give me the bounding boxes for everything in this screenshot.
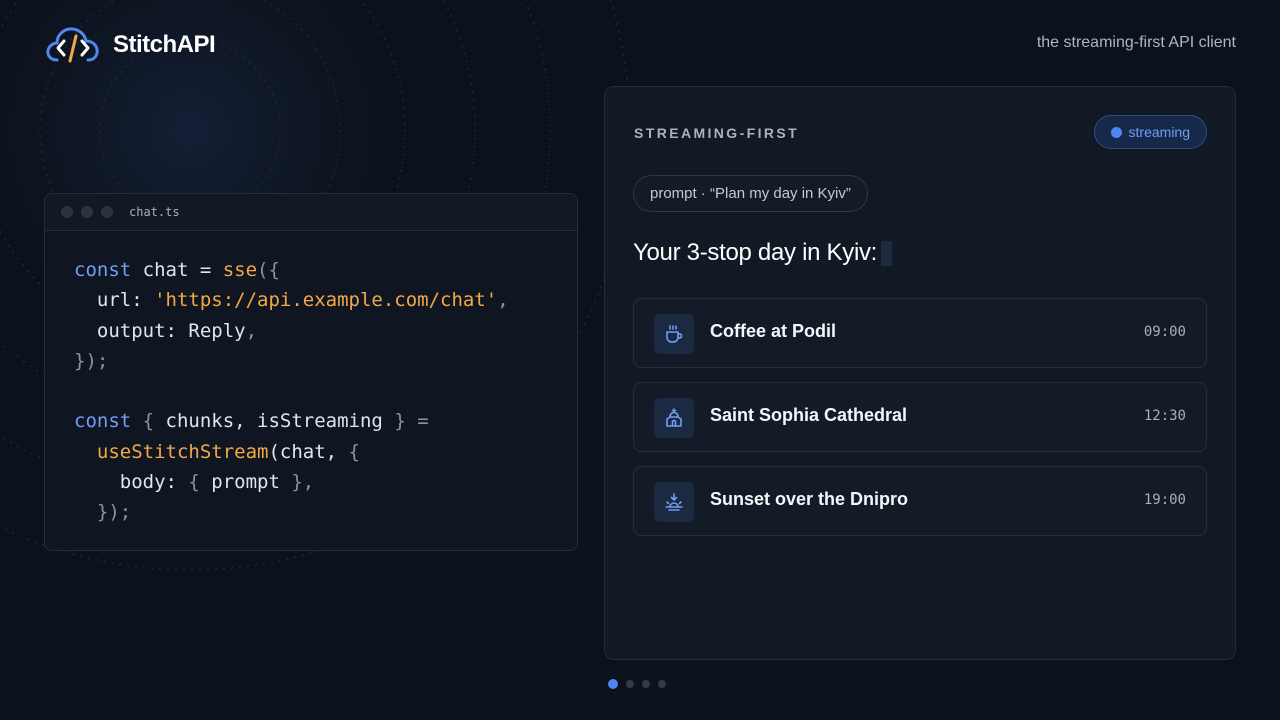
streaming-panel: STREAMING-FIRST streaming prompt · “Plan…: [604, 86, 1236, 660]
itinerary-item-time: 12:30: [1143, 408, 1186, 424]
code-token: {: [188, 471, 212, 494]
code-editor-window: chat.ts const chat = sse({ url: 'https:/…: [44, 193, 578, 551]
code-block: const chat = sse({ url: 'https://api.exa…: [45, 231, 577, 528]
code-token: ,: [245, 319, 258, 342]
code-token: chunks, isStreaming: [165, 410, 383, 433]
window-dot-close[interactable]: [61, 206, 73, 218]
code-token: } =: [382, 410, 429, 433]
itinerary-item-name: Coffee at Podil: [710, 321, 837, 341]
code-token: body:: [74, 471, 189, 494]
code-token: (chat,: [268, 440, 349, 463]
itinerary-item-time: 19:00: [1143, 492, 1186, 508]
pager-dot-1[interactable]: [608, 679, 618, 689]
code-token: });: [74, 349, 109, 372]
code-token: sse: [222, 259, 258, 281]
pager-dot-4[interactable]: [658, 680, 666, 688]
itinerary-item[interactable]: Sunset over the Dnipro 19:00: [633, 466, 1207, 536]
status-badge-label: streaming: [1128, 124, 1190, 140]
code-token: 'https://api.example.com/chat': [154, 289, 498, 312]
brand-name: StitchAPI: [113, 31, 216, 58]
code-token: Reply: [188, 319, 246, 342]
code-token: const: [74, 259, 132, 281]
live-dot-icon: [1110, 126, 1122, 138]
code-token: useStitchStream: [74, 440, 269, 463]
editor-titlebar: chat.ts: [45, 194, 577, 231]
itinerary-item[interactable]: Saint Sophia Cathedral 12:30: [633, 382, 1207, 452]
itinerary-item-name: Sunset over the Dnipro: [710, 489, 909, 509]
window-dot-minimize[interactable]: [81, 206, 93, 218]
code-token: output:: [74, 319, 189, 342]
tagline: the streaming-first API client: [1036, 34, 1236, 51]
brand-logo[interactable]: StitchAPI: [45, 24, 216, 66]
editor-filename: chat.ts: [129, 205, 180, 219]
response-heading-text: Your 3-stop day in Kyiv:: [633, 239, 878, 266]
itinerary-item-time: 09:00: [1143, 324, 1186, 340]
code-token: prompt: [211, 471, 280, 494]
streaming-status-badge: streaming: [1093, 115, 1207, 149]
coffee-cup-icon: [654, 314, 694, 354]
sunset-icon: [654, 482, 694, 522]
itinerary-item[interactable]: Coffee at Podil 09:00: [633, 298, 1207, 368]
code-token: {: [131, 410, 166, 433]
prompt-chip-label: prompt · “Plan my day in Kyiv”: [650, 185, 851, 202]
code-token: url:: [74, 289, 155, 312]
code-token: ({: [257, 259, 280, 281]
pager-dot-2[interactable]: [626, 680, 634, 688]
window-dot-maximize[interactable]: [101, 206, 113, 218]
streaming-cursor: [881, 240, 893, 266]
pager-dot-3[interactable]: [642, 680, 650, 688]
response-heading: Your 3-stop day in Kyiv:: [633, 239, 893, 267]
code-token: });: [74, 501, 132, 524]
code-token: {: [348, 440, 360, 463]
itinerary-item-name: Saint Sophia Cathedral: [710, 405, 908, 425]
prompt-chip[interactable]: prompt · “Plan my day in Kyiv”: [633, 175, 868, 212]
code-token: ,: [497, 289, 509, 312]
code-token: chat =: [131, 259, 223, 281]
slide-pager: [608, 679, 666, 689]
cathedral-icon: [654, 398, 694, 438]
code-token: const: [74, 410, 132, 433]
cloud-code-icon: [46, 27, 99, 63]
code-token: },: [279, 471, 315, 494]
panel-title: STREAMING-FIRST: [634, 125, 800, 141]
